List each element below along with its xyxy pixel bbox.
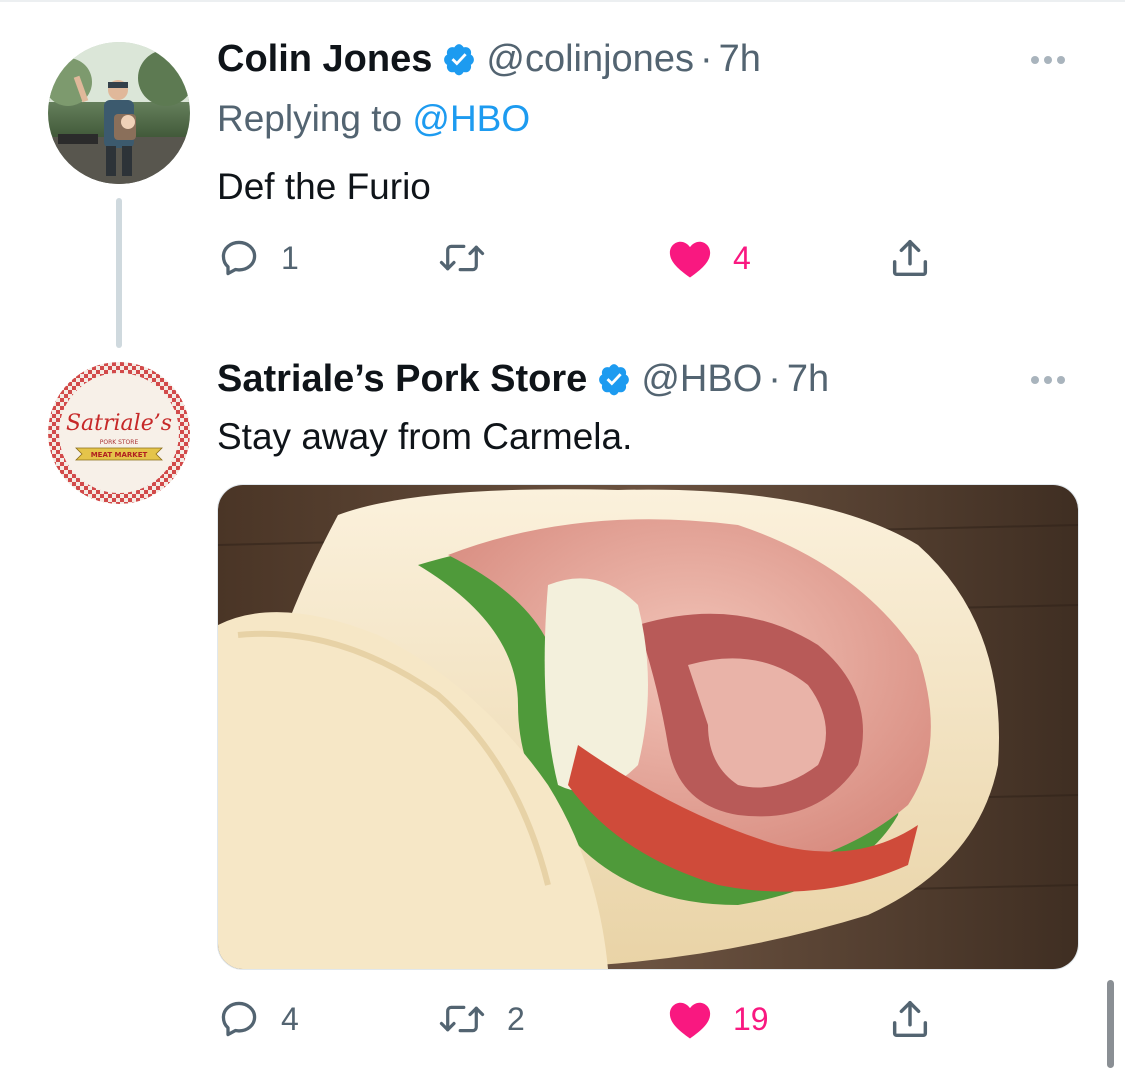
avatar-colin-jones[interactable] bbox=[48, 42, 190, 184]
display-name[interactable]: Colin Jones bbox=[217, 38, 432, 81]
reply-count: 4 bbox=[281, 1000, 299, 1037]
share-icon bbox=[887, 996, 933, 1042]
separator-dot: · bbox=[768, 357, 781, 400]
tweet-1-header: Colin Jones @colinjones · 7h bbox=[217, 37, 761, 81]
like-button[interactable]: 19 bbox=[667, 994, 769, 1044]
timestamp[interactable]: 7h bbox=[787, 358, 829, 401]
like-button[interactable]: 4 bbox=[667, 233, 751, 283]
scrollbar[interactable] bbox=[1107, 980, 1114, 1068]
display-name[interactable]: Satriale’s Pork Store bbox=[217, 358, 587, 401]
more-icon[interactable] bbox=[1031, 376, 1065, 384]
tweet-text: Stay away from Carmela. bbox=[217, 416, 633, 457]
more-icon[interactable] bbox=[1031, 56, 1065, 64]
reply-count: 1 bbox=[281, 239, 299, 276]
replying-to-mention[interactable]: @HBO bbox=[412, 98, 530, 139]
avatar-satriales[interactable]: Satriale’s PORK STORE MEAT MARKET bbox=[48, 362, 190, 504]
timestamp[interactable]: 7h bbox=[719, 38, 761, 81]
retweet-icon bbox=[437, 997, 487, 1041]
user-handle[interactable]: @HBO bbox=[641, 358, 762, 401]
retweet-count: 2 bbox=[507, 1000, 525, 1037]
avatar-script-text: Satriale’s bbox=[66, 411, 172, 436]
user-handle[interactable]: @colinjones bbox=[486, 38, 694, 81]
share-button[interactable] bbox=[887, 233, 933, 283]
like-icon bbox=[667, 236, 713, 280]
share-button[interactable] bbox=[887, 994, 933, 1044]
like-count: 19 bbox=[733, 1000, 769, 1037]
avatar-banner-text: MEAT MARKET bbox=[91, 451, 148, 459]
like-icon bbox=[667, 997, 713, 1041]
share-icon bbox=[887, 235, 933, 281]
tweet-1-actions: 1 4 bbox=[217, 233, 937, 283]
avatar-subtitle-text: PORK STORE bbox=[100, 439, 139, 446]
verified-badge-icon bbox=[442, 42, 476, 76]
tweet-media-image[interactable] bbox=[217, 484, 1079, 970]
retweet-button[interactable]: 2 bbox=[437, 994, 525, 1044]
verified-badge-icon bbox=[597, 362, 631, 396]
replying-label: Replying to bbox=[217, 98, 413, 139]
like-count: 4 bbox=[733, 239, 751, 276]
top-divider bbox=[0, 0, 1125, 2]
tweet-2-actions: 4 2 19 bbox=[217, 994, 937, 1044]
tweet-2-header: Satriale’s Pork Store @HBO · 7h bbox=[217, 357, 829, 401]
sandwich-photo bbox=[218, 485, 1078, 969]
reply-icon bbox=[217, 997, 261, 1041]
separator-dot: · bbox=[699, 37, 713, 80]
reply-button[interactable]: 4 bbox=[217, 994, 299, 1044]
replying-to-line: Replying to @HBO bbox=[217, 98, 530, 140]
reply-button[interactable]: 1 bbox=[217, 233, 299, 283]
tweet-text: Def the Furio bbox=[217, 166, 431, 207]
retweet-icon bbox=[437, 236, 487, 280]
reply-icon bbox=[217, 236, 261, 280]
retweet-button[interactable] bbox=[437, 233, 507, 283]
thread-connector bbox=[116, 198, 122, 348]
